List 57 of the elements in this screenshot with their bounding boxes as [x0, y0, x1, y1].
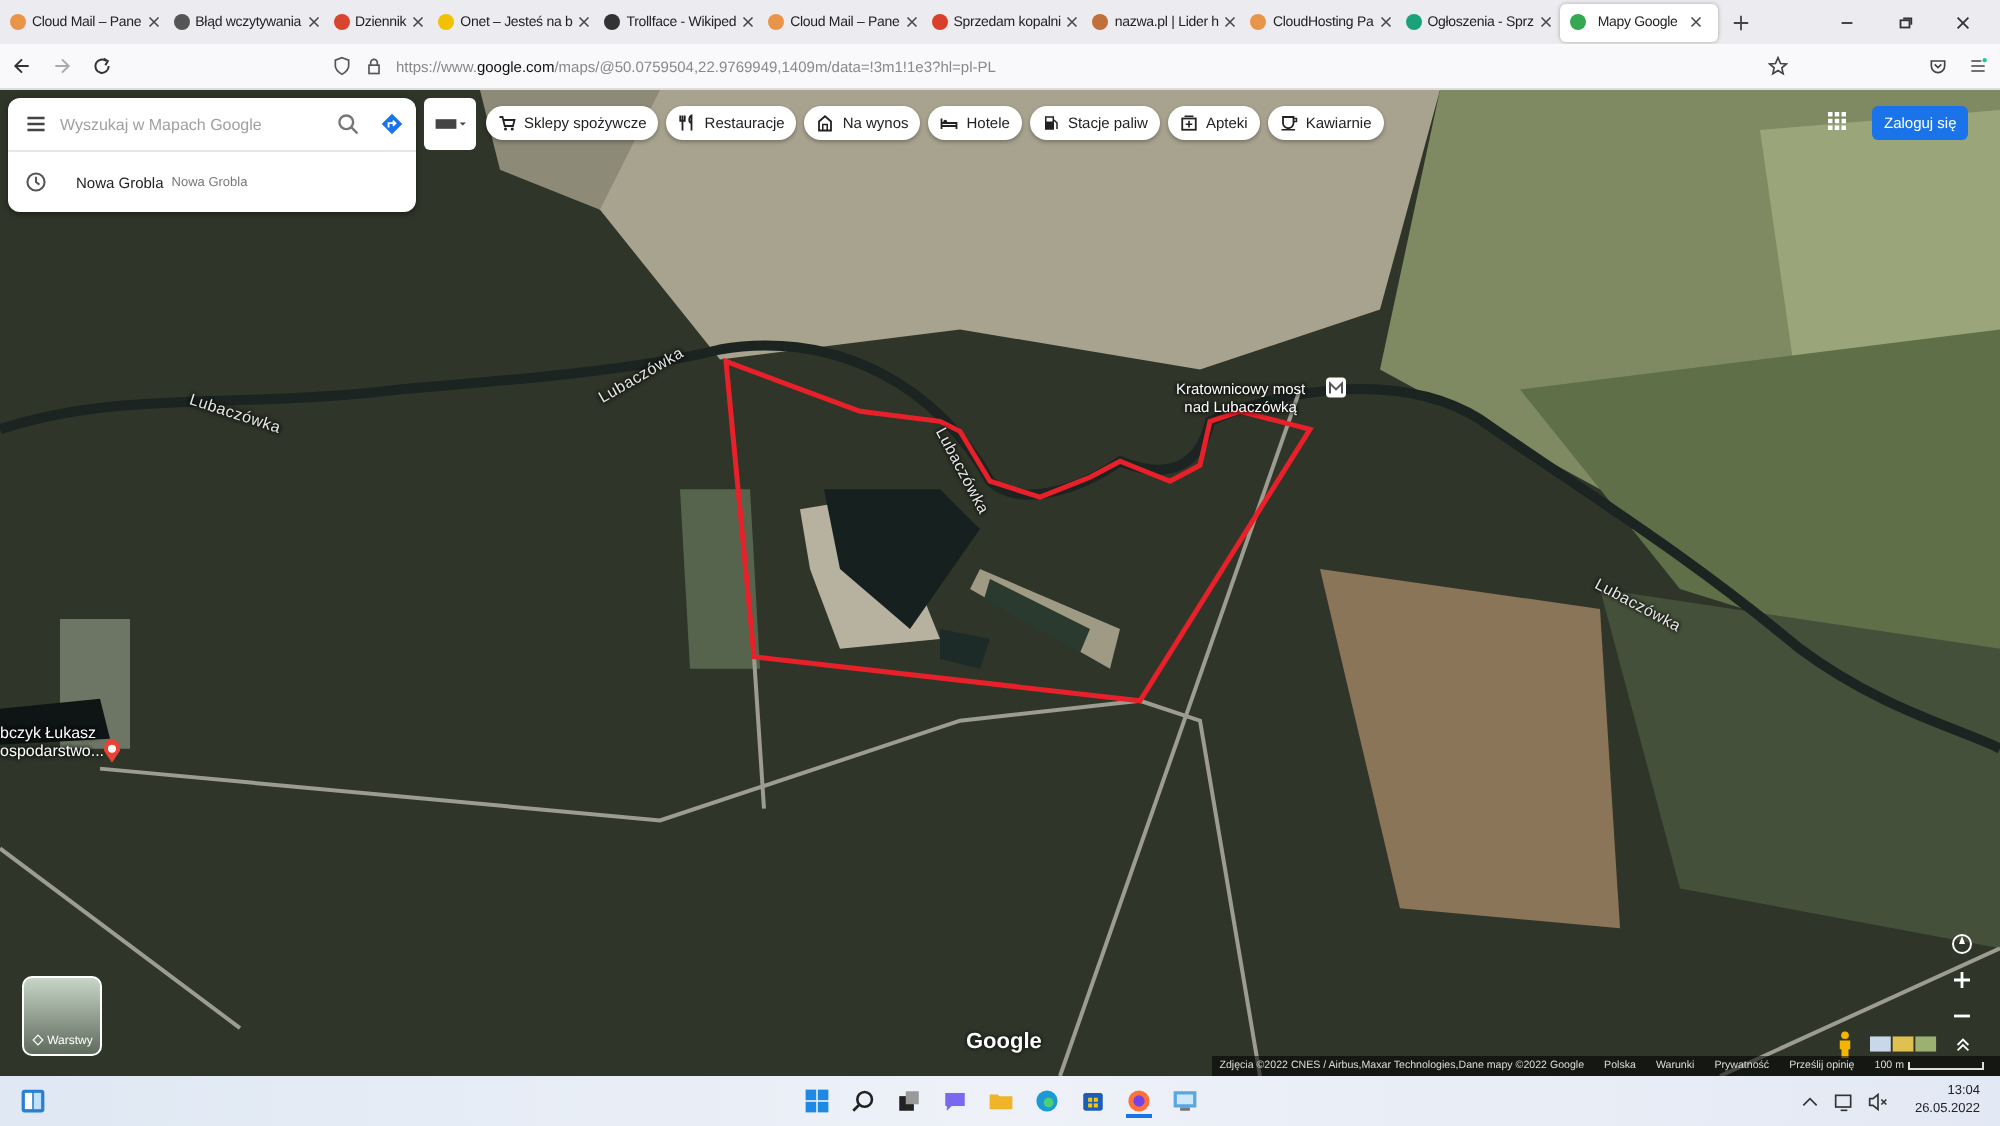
shield-icon[interactable] — [332, 56, 352, 76]
monitor-icon[interactable] — [1834, 1091, 1855, 1111]
close-icon[interactable] — [1689, 16, 1702, 28]
layers-icon — [31, 1034, 44, 1046]
control-panel-icon[interactable] — [1172, 1088, 1198, 1114]
chat-icon[interactable] — [942, 1088, 968, 1114]
search-field[interactable]: Wyszukaj w Mapach Google — [60, 115, 324, 133]
close-icon[interactable] — [307, 16, 320, 28]
close-icon[interactable] — [1954, 13, 1972, 31]
pharmacy-icon — [1179, 114, 1198, 132]
close-icon[interactable] — [147, 16, 160, 28]
history-icon — [24, 170, 48, 194]
firefox-icon[interactable] — [1126, 1088, 1152, 1118]
muted-speaker-icon[interactable] — [1868, 1091, 1889, 1111]
keyboard-button[interactable] — [424, 98, 476, 150]
cutlery-icon — [678, 114, 697, 132]
zoom-in-icon[interactable] — [1950, 968, 1974, 992]
satellite-imagery-drawing[interactable] — [0, 90, 2000, 1076]
takeout-icon — [816, 114, 835, 132]
new-tab-icon[interactable] — [1731, 13, 1750, 31]
edge-icon[interactable] — [1034, 1088, 1060, 1114]
widgets-icon[interactable] — [20, 1088, 46, 1114]
close-icon[interactable] — [578, 16, 591, 28]
map-label: bczyk Łukasz ospodarstwo... — [0, 726, 105, 762]
lock-icon[interactable] — [364, 56, 384, 76]
menu-icon[interactable] — [1968, 56, 1988, 76]
cart-icon — [498, 114, 516, 132]
close-icon[interactable] — [905, 16, 918, 28]
reload-icon[interactable] — [92, 56, 112, 76]
close-icon[interactable] — [742, 16, 755, 28]
restore-icon[interactable] — [1896, 13, 1914, 31]
imagery-thumbnails-icon[interactable] — [1870, 1034, 1938, 1054]
search-icon[interactable] — [850, 1088, 876, 1114]
bed-icon — [940, 114, 959, 132]
keyboard-icon — [434, 114, 466, 134]
close-icon[interactable] — [1539, 16, 1552, 28]
landmark-icon[interactable] — [1326, 377, 1346, 398]
task-view-icon[interactable] — [896, 1088, 922, 1114]
expand-icon[interactable] — [1954, 1035, 1972, 1053]
google-logo: Google — [966, 1030, 1042, 1054]
pegman-icon[interactable] — [1836, 1030, 1854, 1058]
close-icon[interactable] — [1066, 16, 1079, 28]
windows-start-icon[interactable] — [804, 1088, 830, 1114]
star-icon[interactable] — [1768, 56, 1788, 76]
close-icon[interactable] — [412, 16, 425, 28]
pocket-icon[interactable] — [1928, 56, 1948, 76]
directions-icon[interactable] — [380, 112, 404, 136]
map-pin-icon[interactable] — [104, 738, 120, 763]
store-icon[interactable] — [1080, 1088, 1106, 1114]
fuel-icon — [1041, 114, 1060, 132]
close-icon[interactable] — [1224, 16, 1237, 28]
coffee-icon — [1279, 114, 1298, 132]
back-icon[interactable] — [12, 56, 32, 76]
menu-icon[interactable] — [24, 112, 48, 136]
apps-grid-icon[interactable] — [1828, 112, 1846, 130]
close-icon[interactable] — [1379, 16, 1392, 28]
compass-icon[interactable] — [1950, 932, 1974, 956]
